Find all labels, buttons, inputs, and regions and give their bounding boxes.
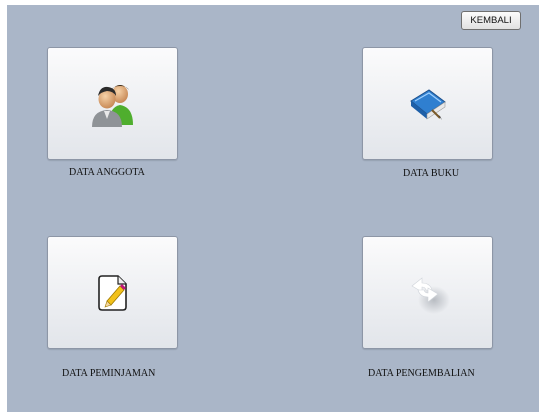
app-window: KEMBALI DATA ANGGOTA DATA BUKU DATA PEMI… [0,0,546,419]
data-peminjaman-button[interactable] [47,236,178,349]
book-icon [409,88,446,120]
edit-document-icon [97,274,127,311]
data-buku-button[interactable] [362,47,493,160]
data-peminjaman-label: DATA PEMINJAMAN [62,368,156,379]
data-pengembalian-button[interactable] [362,236,493,349]
refresh-arrows-icon [410,276,450,314]
users-icon [91,84,133,127]
data-buku-label: DATA BUKU [403,168,460,179]
back-button[interactable]: KEMBALI [461,11,521,30]
data-anggota-button[interactable] [47,47,178,160]
data-anggota-label: DATA ANGGOTA [69,167,145,178]
data-pengembalian-label: DATA PENGEMBALIAN [368,368,475,379]
